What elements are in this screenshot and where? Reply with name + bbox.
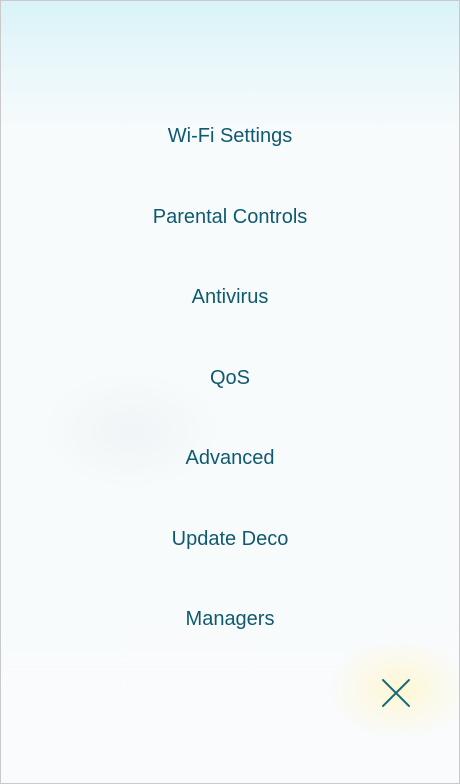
close-button[interactable] — [376, 673, 416, 713]
menu-item-label: Managers — [185, 608, 275, 630]
menu-item-label: Antivirus — [191, 286, 269, 308]
menu-item-update-deco[interactable]: Update Deco — [1, 519, 459, 600]
menu-item-label: Wi-Fi Settings — [167, 125, 293, 147]
main-menu: Wi-Fi Settings Parental Controls Antivir… — [1, 116, 459, 680]
menu-item-managers[interactable]: Managers — [1, 599, 459, 680]
menu-item-advanced[interactable]: Advanced — [1, 438, 459, 519]
menu-screen: Wi-Fi Settings Parental Controls Antivir… — [0, 0, 460, 784]
close-icon — [382, 679, 410, 707]
menu-item-parental-controls[interactable]: Parental Controls — [1, 197, 459, 278]
menu-item-label: Update Deco — [171, 527, 289, 550]
menu-item-antivirus[interactable]: Antivirus — [1, 277, 459, 358]
menu-item-qos[interactable]: QoS — [1, 358, 459, 439]
menu-item-label: Parental Controls — [152, 205, 308, 228]
menu-item-label: Advanced — [185, 447, 275, 469]
menu-item-wifi-settings[interactable]: Wi-Fi Settings — [1, 116, 459, 197]
menu-item-label: QoS — [209, 366, 251, 389]
